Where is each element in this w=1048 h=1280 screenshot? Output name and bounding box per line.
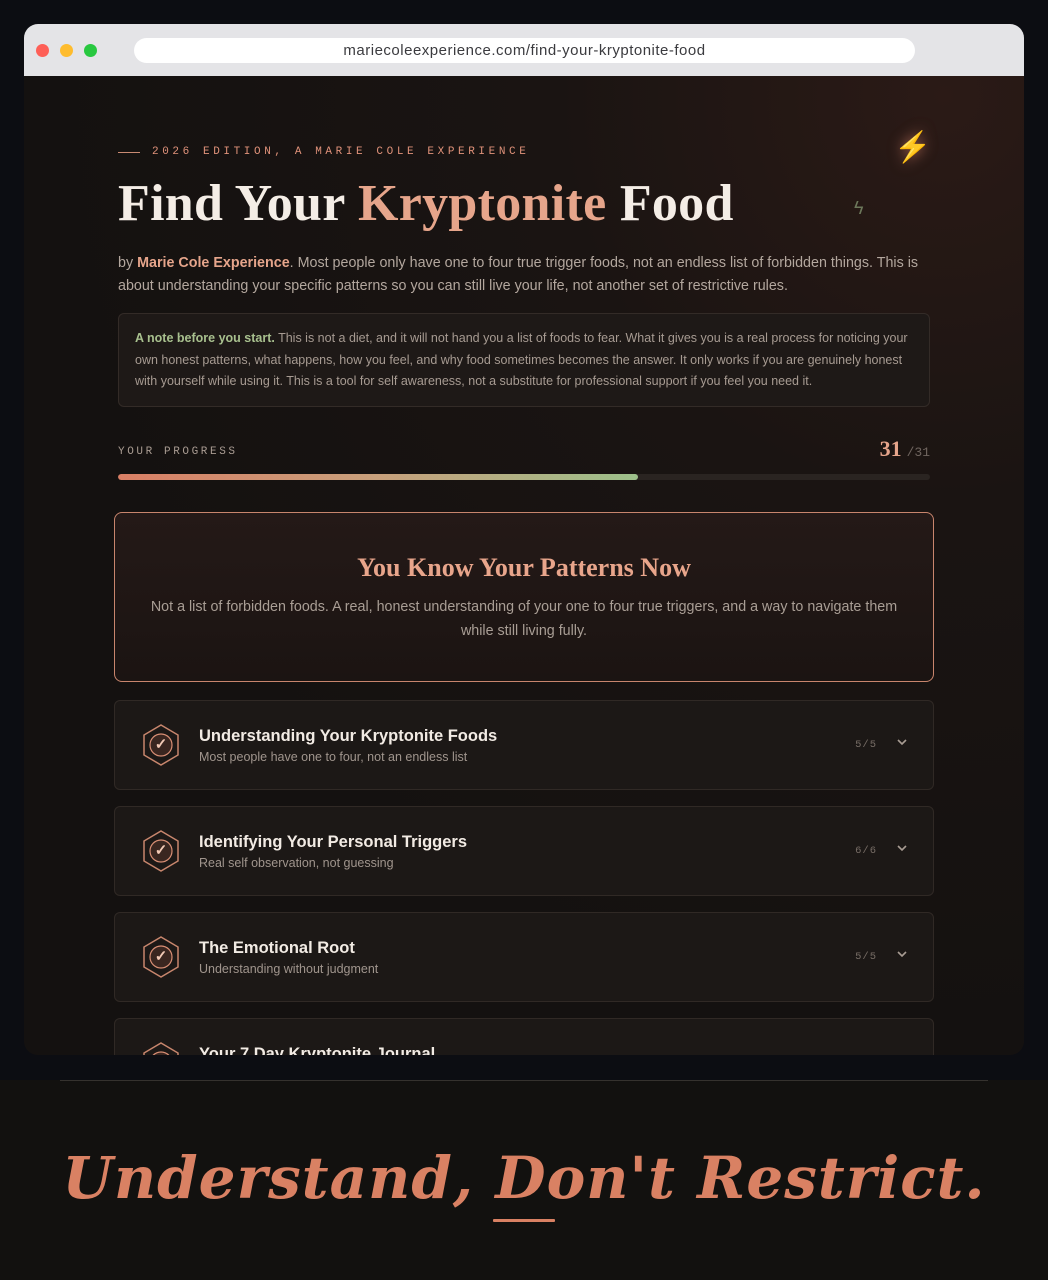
intro-by: by <box>118 255 138 271</box>
title-start: Find Your <box>118 175 358 232</box>
footer-divider <box>60 1080 988 1081</box>
progress-completed: 31 <box>879 436 902 461</box>
intro-paragraph: by Marie Cole Experience. Most people on… <box>118 252 928 298</box>
title-accent: Kryptonite <box>357 175 607 232</box>
minimize-window-button[interactable] <box>60 44 73 57</box>
chevron-down-icon[interactable] <box>895 841 909 855</box>
module-status-check: ✓ <box>154 948 168 965</box>
close-window-button[interactable] <box>36 44 49 57</box>
page-viewport: ⚡ ϟ 2026 EDITION, A MARIE COLE EXPERIENC… <box>24 76 1024 1055</box>
module-card[interactable]: ✓ Identifying Your Personal Triggers Rea… <box>114 806 934 896</box>
eyebrow-rule <box>118 151 140 153</box>
browser-chrome: mariecoleexperience.com/find-your-krypto… <box>24 24 1024 76</box>
tagline-underline <box>493 1219 555 1222</box>
lightning-bolt-icon: ⚡ <box>894 131 932 164</box>
hexagon-check-icon: ✓ <box>141 935 181 979</box>
module-card[interactable]: ✓ The Emotional Root Understanding witho… <box>114 912 934 1002</box>
module-subtitle: Most people have one to four, not an end… <box>199 750 468 764</box>
footer-banner: Understand, Don't Restrict. <box>0 1080 1048 1280</box>
module-status-check: ✓ <box>154 842 168 859</box>
title-end: Food <box>606 175 734 232</box>
chevron-down-icon[interactable] <box>895 735 909 749</box>
page-title: Find Your Kryptonite Food <box>118 174 734 233</box>
progress-count: 31 /31 <box>880 436 930 462</box>
module-lesson-count: 6/6 <box>855 845 877 857</box>
edition-eyebrow: 2026 EDITION, A MARIE COLE EXPERIENCE <box>118 146 529 158</box>
note-card: A note before you start. This is not a d… <box>118 313 930 407</box>
progress-bar-fill <box>118 474 638 480</box>
chevron-down-icon[interactable] <box>895 947 909 961</box>
author-name: Marie Cole Experience <box>137 255 290 271</box>
module-card[interactable]: ✓ Your 7 Day Kryptonite Journal <box>114 1018 934 1055</box>
progress-total: /31 <box>906 445 930 460</box>
module-subtitle: Real self observation, not guessing <box>199 856 394 870</box>
module-title: Understanding Your Kryptonite Foods <box>199 727 498 745</box>
progress-label: YOUR PROGRESS <box>118 446 238 458</box>
completion-text: Not a list of forbidden foods. A real, h… <box>150 599 898 639</box>
module-status-check: ✓ <box>154 736 168 753</box>
module-title: Your 7 Day Kryptonite Journal <box>199 1045 436 1055</box>
hexagon-check-icon: ✓ <box>141 723 181 767</box>
module-card[interactable]: ✓ Understanding Your Kryptonite Foods Mo… <box>114 700 934 790</box>
module-lesson-count: 5/5 <box>855 739 877 751</box>
hexagon-check-icon: ✓ <box>141 1041 181 1055</box>
hexagon-check-icon: ✓ <box>141 829 181 873</box>
address-bar[interactable]: mariecoleexperience.com/find-your-krypto… <box>134 38 915 63</box>
module-status-check: ✓ <box>141 1041 181 1055</box>
module-subtitle: Understanding without judgment <box>199 962 379 976</box>
progress-bar <box>118 474 930 480</box>
module-title: The Emotional Root <box>199 939 355 957</box>
small-lightning-bolt-icon: ϟ <box>854 198 864 218</box>
footer-tagline: Understand, Don't Restrict. <box>62 1144 986 1212</box>
eyebrow-text: 2026 EDITION, A MARIE COLE EXPERIENCE <box>152 146 530 158</box>
completion-card: You Know Your Patterns Now Not a list of… <box>114 512 934 682</box>
module-lesson-count: 5/5 <box>855 951 877 963</box>
browser-window: mariecoleexperience.com/find-your-krypto… <box>24 24 1024 1055</box>
note-lead: A note before you start. <box>135 331 275 345</box>
maximize-window-button[interactable] <box>84 44 97 57</box>
completion-title: You Know Your Patterns Now <box>357 553 691 582</box>
module-title: Identifying Your Personal Triggers <box>199 833 468 851</box>
